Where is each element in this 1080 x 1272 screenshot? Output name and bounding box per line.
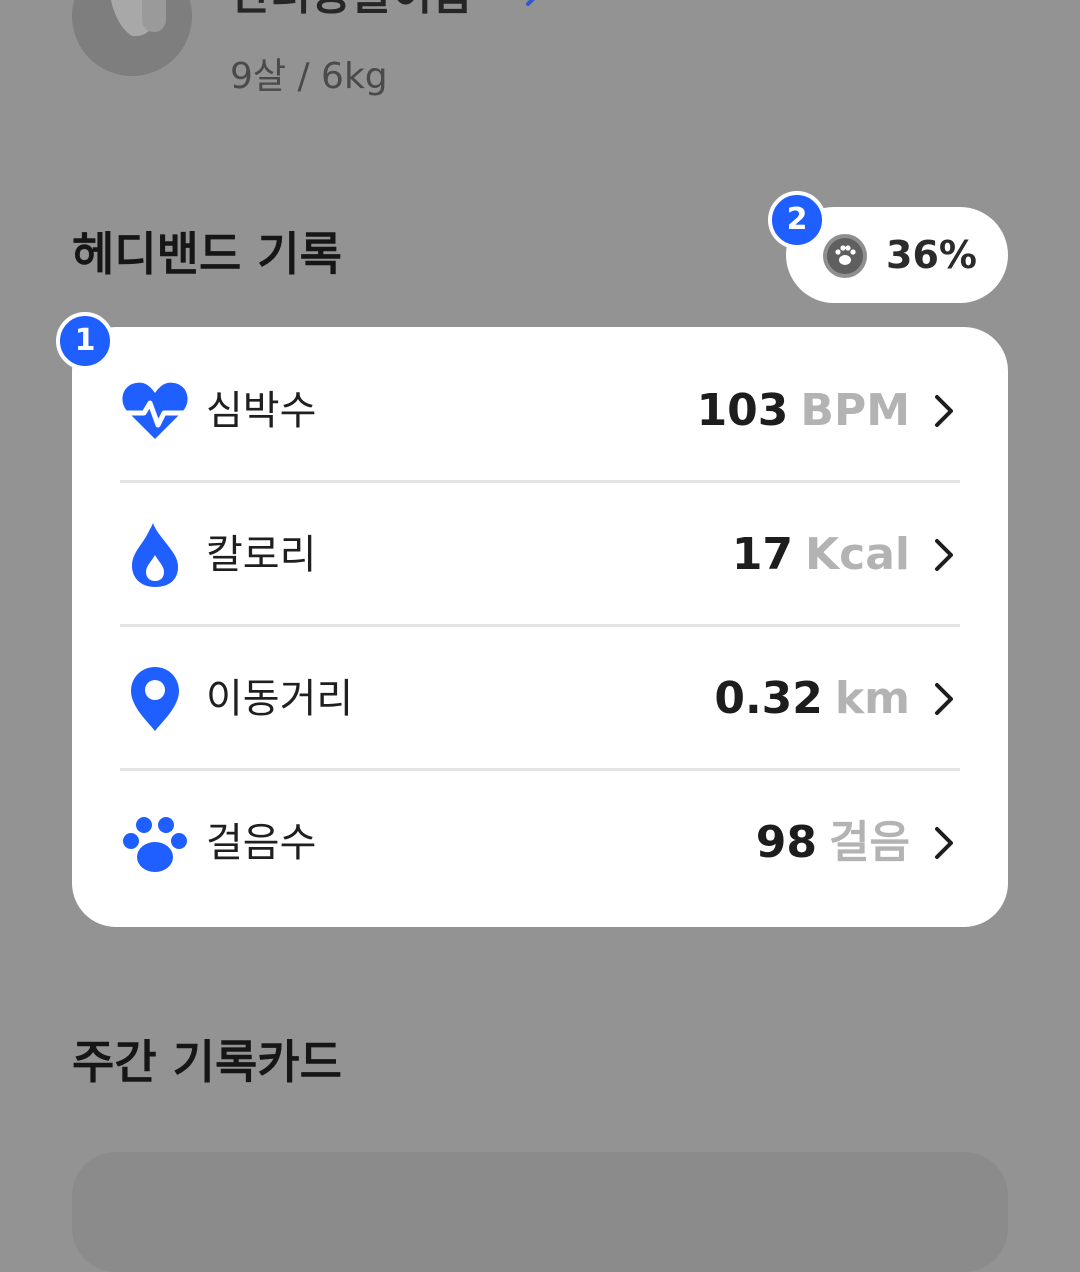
- chevron-right-icon: [935, 539, 953, 571]
- record-unit: km: [834, 673, 910, 724]
- heart-pulse-icon: [122, 382, 188, 439]
- record-value: 17: [731, 529, 794, 580]
- chevron-right-icon: [935, 683, 953, 715]
- record-label: 걸음수: [206, 820, 317, 866]
- record-unit: BPM: [800, 385, 910, 436]
- record-label: 이동거리: [206, 676, 354, 722]
- record-row-calories[interactable]: 칼로리 17 Kcal: [120, 483, 960, 627]
- paw-icon: [123, 817, 187, 872]
- record-value: 103: [696, 385, 789, 436]
- pet-avatar[interactable]: [72, 0, 192, 76]
- weekly-record-card[interactable]: [72, 1152, 1008, 1272]
- pet-name[interactable]: 반려동물이름: [230, 0, 473, 20]
- chevron-right-icon: [935, 395, 953, 427]
- record-unit: 걸음: [829, 817, 910, 868]
- chevron-right-icon[interactable]: [526, 0, 548, 6]
- guide-step-badge-1: 1: [56, 312, 114, 370]
- chevron-right-icon: [935, 827, 953, 859]
- weekly-section-title: 주간 기록카드: [72, 1035, 342, 1089]
- headband-record-card: 심박수 103 BPM 칼로리 17 Kcal 이동거리 0.32 km 걸음수…: [72, 327, 1008, 927]
- record-row-steps[interactable]: 걸음수 98 걸음: [120, 771, 960, 915]
- record-unit: Kcal: [805, 529, 910, 580]
- record-value: 98: [755, 817, 818, 868]
- record-row-distance[interactable]: 이동거리 0.32 km: [120, 627, 960, 771]
- record-row-heart-rate[interactable]: 심박수 103 BPM: [120, 339, 960, 483]
- location-pin-icon: [131, 667, 179, 731]
- guide-step-badge-2: 2: [768, 191, 826, 249]
- record-label: 칼로리: [206, 532, 317, 578]
- headband-device-icon: [823, 234, 867, 278]
- record-value: 0.32: [714, 673, 823, 724]
- battery-level: 36%: [886, 233, 977, 277]
- record-label: 심박수: [206, 388, 317, 434]
- pet-age-weight: 9살 / 6kg: [230, 56, 388, 97]
- pet-silhouette-icon: [72, 0, 192, 76]
- flame-icon: [132, 523, 178, 587]
- headband-section-title: 헤디밴드 기록: [72, 227, 342, 281]
